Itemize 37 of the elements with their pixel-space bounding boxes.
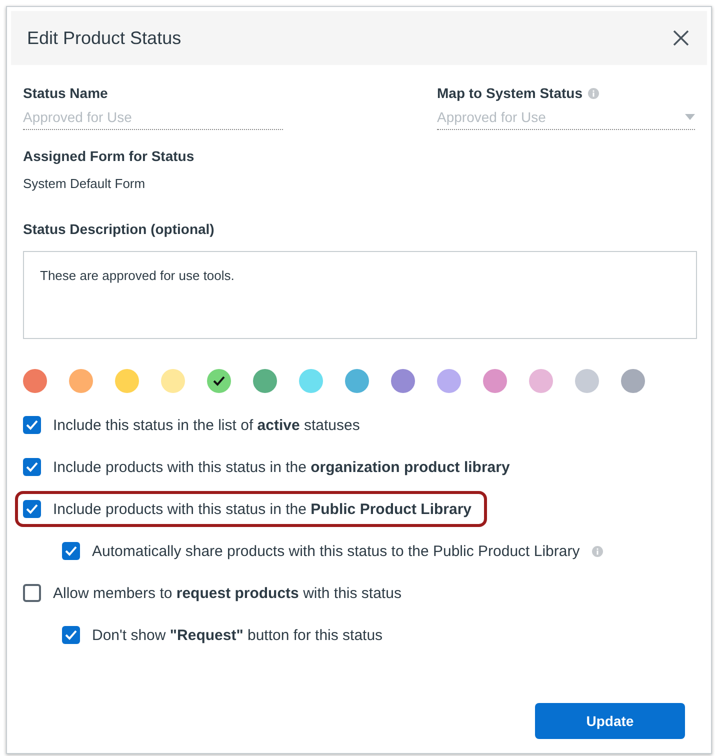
option-label: Include products with this status in the organization product library (53, 458, 510, 476)
color-swatch[interactable] (575, 369, 599, 393)
option-label: Allow members to request products with this status (53, 584, 402, 602)
field-label: Map to System Status (437, 85, 582, 101)
checkbox[interactable] (62, 626, 80, 644)
checkbox[interactable] (23, 416, 41, 434)
form-name: System Default Form (23, 176, 146, 191)
checkbox[interactable] (23, 584, 41, 602)
color-swatch[interactable] (161, 369, 185, 393)
color-swatch[interactable] (621, 369, 645, 393)
checkbox[interactable] (23, 500, 41, 518)
checkbox[interactable] (62, 542, 80, 560)
color-swatch[interactable] (299, 369, 323, 393)
color-swatch[interactable] (529, 369, 553, 393)
color-swatch[interactable] (437, 369, 461, 393)
info-icon (588, 88, 600, 98)
caret-icon (685, 114, 695, 120)
checkbox[interactable] (23, 458, 41, 476)
field-label: Assigned Form for Status (23, 148, 196, 164)
color-swatch[interactable] (345, 369, 369, 393)
color-swatch[interactable] (253, 369, 277, 393)
color-swatch[interactable] (115, 369, 139, 393)
description-field[interactable]: These are approved for use tools. (23, 251, 697, 339)
color-swatch[interactable] (69, 369, 93, 393)
color-swatch[interactable] (207, 369, 231, 393)
dialog-title: Edit Product Status (27, 28, 182, 48)
option-label: Include products with this status in the Public Product Library (53, 500, 472, 518)
color-swatch[interactable] (391, 369, 415, 393)
update-button[interactable]: Update (535, 703, 685, 739)
option-label: Include this status in the list of active statuses (53, 416, 360, 434)
close-button[interactable] (671, 28, 691, 48)
color-swatch[interactable] (483, 369, 507, 393)
option-label: Don't show "Request" button for this status (92, 626, 383, 644)
option-label: Automatically share products with this status to the Public Product Library (92, 542, 580, 560)
field-label: Status Description (optional) (23, 221, 216, 237)
color-swatch[interactable] (23, 369, 47, 393)
field-label: Status Name (23, 85, 109, 101)
